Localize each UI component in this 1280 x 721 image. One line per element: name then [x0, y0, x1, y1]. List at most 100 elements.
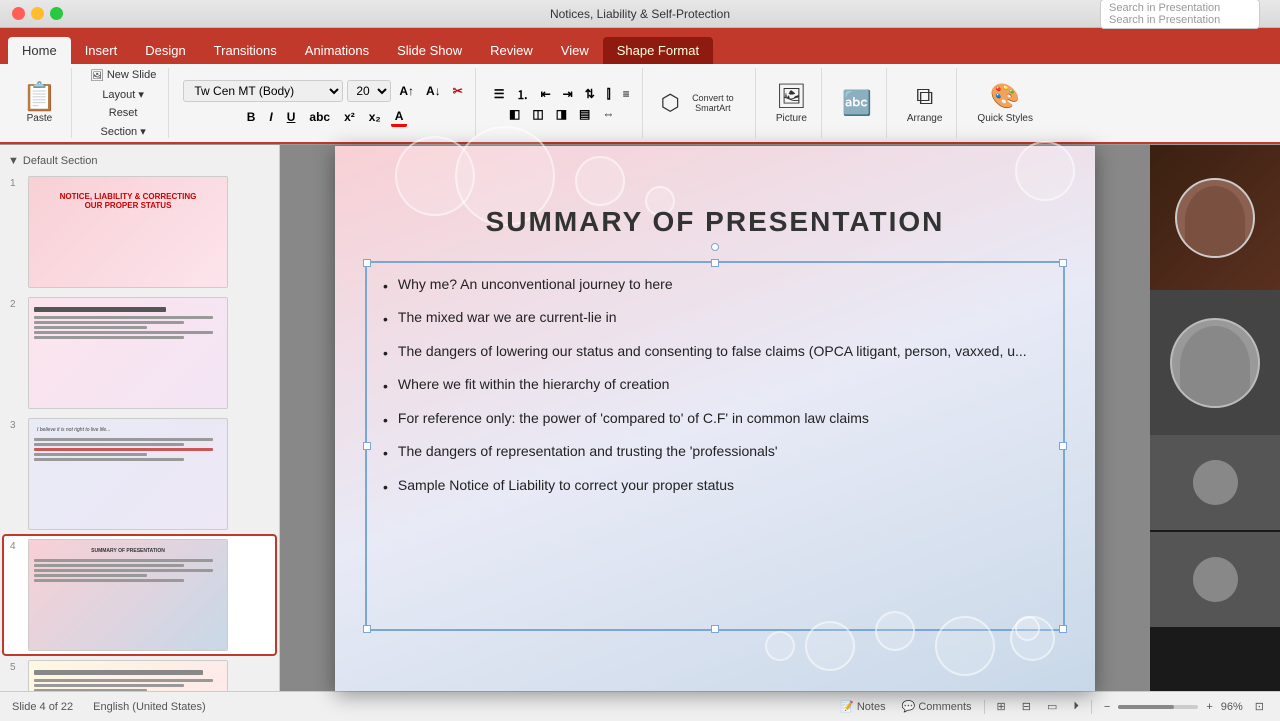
- slide-thumb-1[interactable]: 1 NOTICE, LIABILITY & CORRECTINGOUR PROP…: [4, 173, 275, 291]
- quickstyles-button[interactable]: 🎨 Quick Styles: [971, 78, 1039, 128]
- zoom-slider-fill: [1118, 705, 1174, 709]
- deco-circle-b3: [875, 611, 915, 651]
- slideshow-button[interactable]: ⏵: [1069, 698, 1083, 715]
- tab-insert[interactable]: Insert: [71, 37, 132, 64]
- reading-view-button[interactable]: ▭: [1043, 698, 1061, 715]
- notes-button[interactable]: 📝 Notes: [836, 698, 889, 715]
- slide-num-4: 4: [10, 539, 22, 552]
- slide-preview-5: [28, 660, 228, 691]
- status-right: 📝 Notes 💬 Comments ⊞ ⊟ ▭ ⏵ − + 96% ⊡: [836, 698, 1268, 715]
- title-bar: Notices, Liability & Self-Protection Sea…: [0, 0, 1280, 28]
- superscript-button[interactable]: x²: [340, 109, 359, 125]
- toolbar: 📋 Paste 🖼 New Slide Layout ▾ Reset Secti…: [0, 64, 1280, 144]
- subscript-button[interactable]: x₂: [365, 109, 385, 125]
- slide-thumb-4[interactable]: 4 SUMMARY OF PRESENTATION: [4, 536, 275, 654]
- layout-button[interactable]: Layout ▾: [98, 86, 148, 103]
- numbering-button[interactable]: ⒈: [513, 85, 533, 104]
- bullet-dot-1: •: [383, 277, 388, 297]
- text-spacing-button[interactable]: ⇔: [598, 106, 618, 122]
- format-buttons-row: B I U abc x² x₂ A: [243, 108, 408, 127]
- bullet-7: • Sample Notice of Liability to correct …: [383, 476, 1047, 498]
- handle-ml[interactable]: [363, 442, 371, 450]
- comments-button[interactable]: 💬 Comments: [898, 698, 976, 715]
- justify-button[interactable]: ▤: [575, 106, 594, 122]
- zoom-slider[interactable]: [1118, 705, 1198, 709]
- rotation-handle[interactable]: [711, 243, 719, 251]
- line-spacing-button[interactable]: ≡: [619, 85, 634, 104]
- font-group: Tw Cen MT (Body) 20 A↑ A↓ ✂ B I U abc x²…: [175, 68, 475, 138]
- columns-button[interactable]: ⫿: [603, 85, 615, 104]
- minimize-button[interactable]: [31, 7, 44, 20]
- handle-mr[interactable]: [1059, 442, 1067, 450]
- reset-button[interactable]: Reset: [105, 105, 142, 121]
- ribbon: Home Insert Design Transitions Animation…: [0, 28, 1280, 145]
- tab-design[interactable]: Design: [131, 37, 199, 64]
- section-button[interactable]: Section ▾: [96, 123, 149, 140]
- align-center-button[interactable]: ◫: [528, 106, 547, 122]
- new-slide-button[interactable]: 🖼 New Slide: [86, 67, 161, 84]
- align-left-button[interactable]: ◧: [505, 106, 524, 122]
- tab-view[interactable]: View: [547, 37, 603, 64]
- handle-br[interactable]: [1059, 625, 1067, 633]
- deco-circle-b6: [1010, 616, 1055, 661]
- font-color-button[interactable]: A: [391, 108, 408, 127]
- handle-tm[interactable]: [711, 259, 719, 267]
- font-size-select[interactable]: 20: [347, 80, 391, 102]
- fit-slide-button[interactable]: ⊡: [1251, 698, 1268, 715]
- handle-tl[interactable]: [363, 259, 371, 267]
- tab-slideshow[interactable]: Slide Show: [383, 37, 476, 64]
- divider-2: [1091, 700, 1092, 714]
- zoom-out-button[interactable]: −: [1100, 699, 1114, 715]
- avatar-placeholder-2: [1150, 532, 1280, 627]
- tab-transitions[interactable]: Transitions: [200, 37, 291, 64]
- tab-shapeformat[interactable]: Shape Format: [603, 37, 713, 64]
- textbox-icon: 🔤: [842, 89, 872, 118]
- italic-button[interactable]: I: [265, 109, 276, 125]
- strikethrough-button[interactable]: abc: [305, 109, 334, 125]
- presenter-video: [1150, 145, 1280, 290]
- handle-tr[interactable]: [1059, 259, 1067, 267]
- underline-button[interactable]: U: [283, 109, 300, 125]
- convert-smartart-button[interactable]: ⬡ Convert to SmartArt: [657, 88, 747, 118]
- picture-button[interactable]: 🖼 Picture: [770, 78, 813, 128]
- tab-animations[interactable]: Animations: [291, 37, 383, 64]
- language-info: English (United States): [93, 701, 206, 713]
- text-direction-button[interactable]: ⇅: [581, 85, 599, 104]
- zoom-control: − + 96%: [1100, 699, 1243, 715]
- align-right-button[interactable]: ◨: [552, 106, 571, 122]
- normal-view-button[interactable]: ⊞: [993, 698, 1010, 715]
- tab-review[interactable]: Review: [476, 37, 547, 64]
- increase-font-button[interactable]: A↑: [395, 83, 418, 99]
- slide-num-2: 2: [10, 297, 22, 310]
- clear-format-button[interactable]: ✂: [449, 83, 467, 99]
- search-bar[interactable]: Search in Presentation Search in Present…: [1100, 0, 1260, 29]
- slide-preview-1: NOTICE, LIABILITY & CORRECTINGOUR PROPER…: [28, 176, 228, 288]
- text-box-button[interactable]: 🔤: [836, 85, 878, 122]
- bullets-button[interactable]: ☰: [490, 85, 509, 104]
- zoom-in-button[interactable]: +: [1202, 699, 1216, 715]
- slide-sorter-button[interactable]: ⊟: [1018, 698, 1035, 715]
- maximize-button[interactable]: [50, 7, 63, 20]
- font-family-select[interactable]: Tw Cen MT (Body): [183, 80, 343, 102]
- participant-video-1: [1150, 290, 1280, 435]
- handle-bm[interactable]: [711, 625, 719, 633]
- slide-text-box[interactable]: • Why me? An unconventional journey to h…: [365, 261, 1065, 631]
- section-collapse-icon[interactable]: ▼: [8, 155, 19, 167]
- arrange-button[interactable]: ⧉ Arrange: [901, 79, 949, 128]
- text-group: 🔤: [828, 68, 887, 138]
- paste-button[interactable]: 📋 Paste: [16, 79, 63, 128]
- close-button[interactable]: [12, 7, 25, 20]
- slide-thumb-2[interactable]: 2: [4, 294, 275, 412]
- arrange-group: ⧉ Arrange: [893, 68, 958, 138]
- deco-circle-5: [1015, 141, 1075, 201]
- deco-circle-b2: [805, 621, 855, 671]
- increase-indent-button[interactable]: ⇥: [559, 85, 577, 104]
- slide-canvas[interactable]: SUMMARY OF PRESENTATION • Why me? An unc…: [335, 146, 1095, 691]
- tab-home[interactable]: Home: [8, 37, 71, 64]
- decrease-font-button[interactable]: A↓: [422, 83, 445, 99]
- decrease-indent-button[interactable]: ⇤: [537, 85, 555, 104]
- slide-thumb-5[interactable]: 5: [4, 657, 275, 691]
- handle-bl[interactable]: [363, 625, 371, 633]
- bold-button[interactable]: B: [243, 109, 260, 125]
- slide-thumb-3[interactable]: 3 I believe it is not right to live life…: [4, 415, 275, 533]
